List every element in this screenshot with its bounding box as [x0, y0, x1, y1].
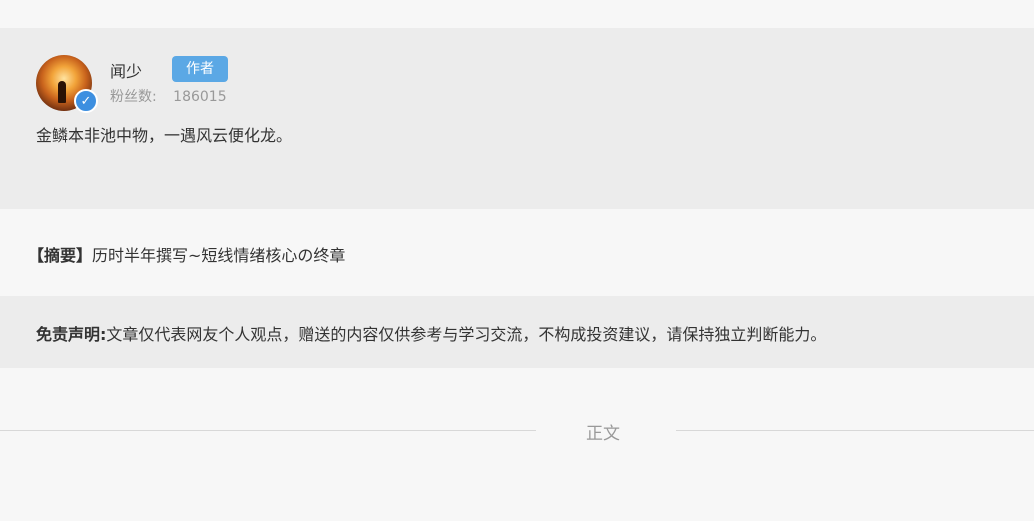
summary-text: 历时半年撰写~短线情绪核心の终章: [92, 246, 346, 265]
author-bio: 金鳞本非池中物，一遇风云便化龙。: [36, 126, 293, 145]
author-name[interactable]: 闻少: [110, 58, 142, 82]
divider-line-left: [0, 430, 536, 431]
author-card: ✓ 闻少 作者 粉丝数: 186015 金鳞本非池中物，一遇风云便化龙。: [0, 28, 1034, 209]
avatar[interactable]: ✓: [36, 55, 98, 113]
disclaimer-label: 免责声明:: [36, 325, 107, 344]
fans-count: 粉丝数: 186015: [110, 86, 227, 106]
top-strip: [0, 0, 1034, 28]
avatar-figure: [58, 81, 66, 103]
summary-section: 【摘要】历时半年撰写~短线情绪核心の终章: [0, 209, 1034, 296]
verified-check-icon: ✓: [74, 89, 98, 113]
article-summary: 【摘要】历时半年撰写~短线情绪核心の终章: [28, 242, 345, 266]
section-divider-label: 正文: [586, 424, 620, 444]
disclaimer-text: 文章仅代表网友个人观点，赠送的内容仅供参考与学习交流，不构成投资建议，请保持独立…: [106, 325, 827, 344]
fans-value: 186015: [173, 89, 227, 105]
summary-prefix: 【摘要】: [28, 246, 93, 265]
disclaimer: 免责声明:文章仅代表网友个人观点，赠送的内容仅供参考与学习交流，不构成投资建议，…: [36, 321, 826, 345]
disclaimer-section: 免责声明:文章仅代表网友个人观点，赠送的内容仅供参考与学习交流，不构成投资建议，…: [0, 296, 1034, 368]
author-tag-badge: 作者: [172, 56, 228, 82]
divider-line-right: [676, 430, 1034, 431]
fans-label: 粉丝数:: [110, 89, 157, 105]
